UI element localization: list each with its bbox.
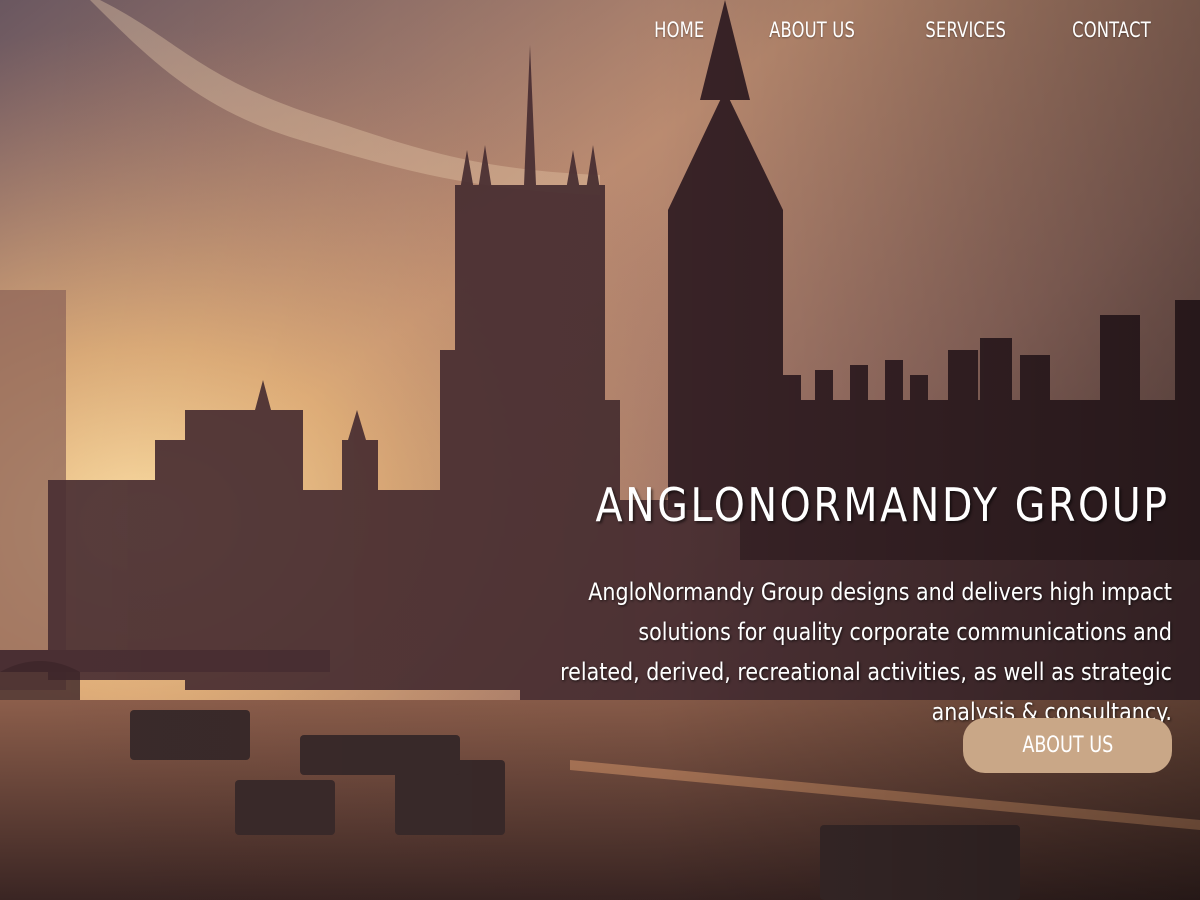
main-nav: HOME ABOUT US SERVICES CONTACT (637, 18, 1172, 42)
about-us-button-label: ABOUT US (1022, 733, 1113, 758)
hero-section: HOME ABOUT US SERVICES CONTACT ANGLONORM… (0, 0, 1200, 900)
hero-title: ANGLONORMANDY GROUP (595, 478, 1170, 532)
hero-description: AngloNormandy Group designs and delivers… (560, 578, 1172, 726)
nav-link-home[interactable]: HOME (646, 18, 712, 42)
nav-link-contact[interactable]: CONTACT (1064, 18, 1158, 42)
nav-link-about-us[interactable]: ABOUT US (762, 18, 863, 42)
nav-link-services[interactable]: SERVICES (917, 18, 1013, 42)
about-us-button[interactable]: ABOUT US (963, 718, 1172, 773)
